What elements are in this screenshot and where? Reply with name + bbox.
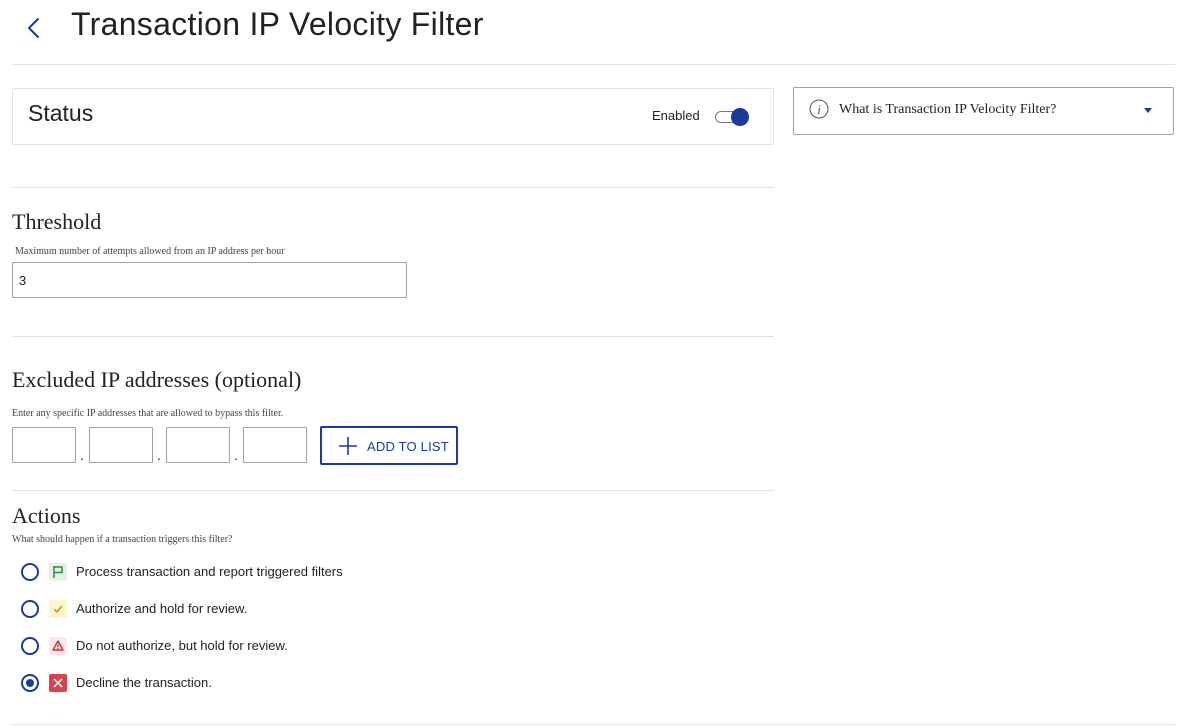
excluded-ips-title: Excluded IP addresses (optional) <box>12 367 302 392</box>
radio-button[interactable] <box>21 637 39 655</box>
add-to-list-label: ADD TO LIST <box>367 439 449 454</box>
enabled-toggle[interactable] <box>715 107 749 127</box>
check-icon <box>49 600 67 618</box>
ip-octet-3-input[interactable] <box>166 427 230 463</box>
action-option-label: Process transaction and report triggered… <box>76 564 343 579</box>
radio-button[interactable] <box>21 600 39 618</box>
action-option-process[interactable]: Process transaction and report triggered… <box>21 562 621 584</box>
radio-button[interactable] <box>21 563 39 581</box>
ip-separator: . <box>80 447 84 463</box>
add-to-list-button[interactable]: ADD TO LIST <box>320 426 458 465</box>
section-divider <box>12 187 774 188</box>
ip-octet-2-input[interactable] <box>89 427 153 463</box>
close-icon <box>49 674 67 692</box>
ip-octet-4-input[interactable] <box>243 427 307 463</box>
threshold-helper: Maximum number of attempts allowed from … <box>15 246 285 257</box>
plus-icon <box>339 437 357 455</box>
action-option-no-authorize-hold[interactable]: Do not authorize, but hold for review. <box>21 636 621 658</box>
caret-down-icon <box>1144 108 1152 113</box>
excluded-ips-helper: Enter any specific IP addresses that are… <box>12 408 284 419</box>
chevron-left-icon <box>28 18 39 38</box>
threshold-title: Threshold <box>12 209 102 234</box>
status-title: Status <box>28 100 94 126</box>
header-divider <box>12 64 1175 65</box>
ip-octet-1-input[interactable] <box>12 427 76 463</box>
radio-button[interactable] <box>21 674 39 692</box>
info-accordion[interactable]: i What is Transaction IP Velocity Filter… <box>793 87 1174 135</box>
status-card: Status Enabled <box>12 88 774 145</box>
action-option-decline[interactable]: Decline the transaction. <box>21 673 621 695</box>
section-divider <box>12 724 1175 725</box>
ip-separator: . <box>157 447 161 463</box>
threshold-input[interactable] <box>12 262 407 298</box>
toggle-label: Enabled <box>652 108 700 123</box>
toggle-knob <box>731 108 749 126</box>
flag-icon <box>49 563 67 581</box>
actions-helper: What should happen if a transaction trig… <box>12 534 233 545</box>
section-divider <box>12 336 774 337</box>
section-divider <box>12 490 774 491</box>
warning-icon <box>49 637 67 655</box>
action-option-authorize-hold[interactable]: Authorize and hold for review. <box>21 599 621 621</box>
page-header: Transaction IP Velocity Filter <box>0 0 1200 64</box>
svg-text:i: i <box>817 102 821 117</box>
back-button[interactable] <box>24 12 46 44</box>
action-option-label: Authorize and hold for review. <box>76 601 248 616</box>
action-option-label: Do not authorize, but hold for review. <box>76 638 288 653</box>
info-accordion-label: What is Transaction IP Velocity Filter? <box>839 102 1057 117</box>
action-option-label: Decline the transaction. <box>76 675 212 690</box>
actions-title: Actions <box>12 503 81 528</box>
ip-separator: . <box>234 447 238 463</box>
page-title: Transaction IP Velocity Filter <box>71 6 484 42</box>
info-icon: i <box>809 99 829 119</box>
